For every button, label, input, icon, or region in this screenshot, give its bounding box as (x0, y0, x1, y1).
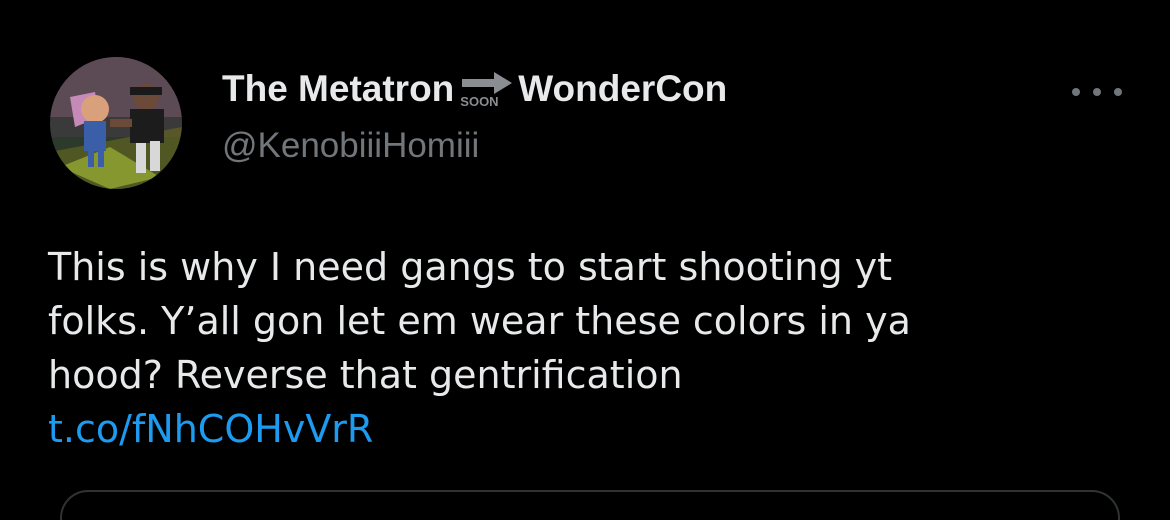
tweet-text-line: hood? Reverse that gentrification (48, 353, 683, 397)
more-options-button[interactable] (1072, 80, 1122, 104)
tweet: The Metatron SOON WonderCon @KenobiiiHom… (0, 0, 1170, 520)
avatar-image (50, 57, 182, 189)
more-horizontal-icon (1093, 88, 1101, 96)
display-name-part-2: WonderCon (518, 68, 728, 109)
more-horizontal-icon (1072, 88, 1080, 96)
tweet-text-line: This is why I need gangs to start shooti… (48, 245, 893, 289)
author-display-name[interactable]: The Metatron SOON WonderCon (222, 66, 727, 112)
author-handle[interactable]: @KenobiiiHomiii (222, 124, 479, 168)
more-horizontal-icon (1114, 88, 1122, 96)
avatar[interactable] (50, 57, 182, 189)
tweet-text: This is why I need gangs to start shooti… (48, 240, 1128, 456)
media-card-edge[interactable] (60, 490, 1120, 520)
display-name-part-1: The Metatron (222, 68, 455, 109)
soon-label: SOON (460, 94, 499, 109)
soon-arrow-icon: SOON (456, 66, 518, 112)
tweet-link[interactable]: t.co/fNhCOHvVrR (48, 402, 1128, 456)
tweet-text-line: folks. Y’all gon let em wear these color… (48, 299, 911, 343)
